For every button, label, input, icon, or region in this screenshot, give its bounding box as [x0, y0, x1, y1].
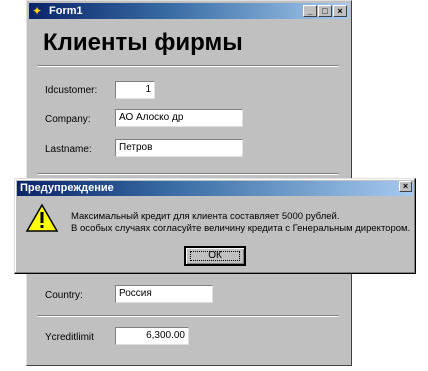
minimize-button[interactable]: _	[303, 5, 317, 17]
warning-icon	[25, 203, 59, 232]
divider-bottom	[37, 315, 339, 317]
maximize-button[interactable]: □	[318, 5, 332, 17]
ok-focus-rect	[190, 251, 240, 261]
dialog-title[interactable]: Предупреждение	[17, 181, 413, 196]
ok-button[interactable]: ОК	[184, 246, 246, 266]
country-field[interactable]: Россия	[115, 285, 213, 303]
idcustomer-field[interactable]: 1	[115, 81, 155, 99]
warning-dialog: Предупреждение × Максимальный кредит для…	[14, 178, 416, 274]
dialog-close-button[interactable]: ×	[399, 181, 412, 192]
company-field[interactable]: АО Алоско др	[115, 109, 243, 127]
window-title: Form1	[49, 5, 83, 17]
app-icon: ✦	[32, 4, 43, 18]
idcustomer-label: Idcustomer:	[45, 85, 98, 96]
company-label: Company:	[45, 114, 91, 125]
title-bar[interactable]: ✦ Form1 _ □ ×	[29, 3, 349, 19]
divider-middle	[37, 173, 339, 175]
country-label: Country:	[45, 290, 83, 301]
dialog-message-line2: В особых случаях согласуйте величину кре…	[71, 223, 411, 234]
ycreditlimit-field[interactable]: 6,300.00	[115, 327, 189, 345]
divider-top	[37, 65, 339, 67]
ycreditlimit-label: Ycreditlimit	[45, 332, 94, 343]
close-button[interactable]: ×	[333, 5, 347, 17]
page-title: Клиенты фирмы	[43, 29, 243, 56]
lastname-field[interactable]: Петров	[115, 139, 243, 157]
dialog-message-line1: Максимальный кредит для клиента составля…	[71, 211, 340, 222]
lastname-label: Lastname:	[45, 144, 92, 155]
